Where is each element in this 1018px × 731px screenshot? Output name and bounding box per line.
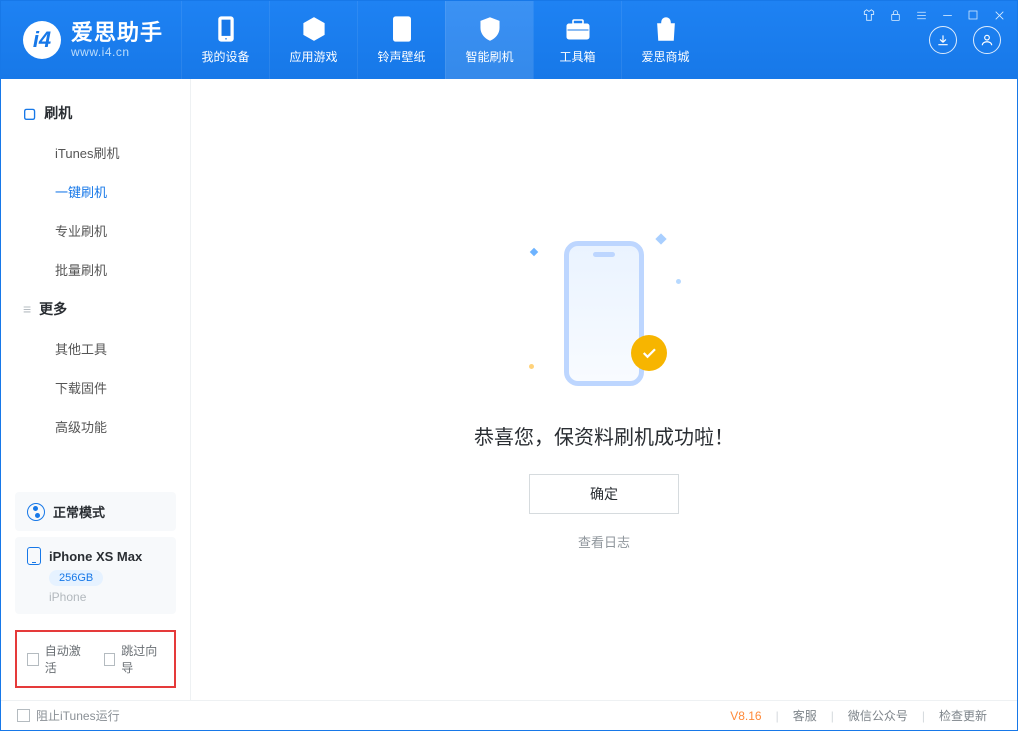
- tab-my-device[interactable]: 我的设备: [181, 1, 269, 79]
- group-title: 刷机: [44, 103, 72, 123]
- body: ▢ 刷机 iTunes刷机 一键刷机 专业刷机 批量刷机 ≡ 更多 其他工具 下…: [1, 79, 1017, 700]
- checkbox-auto-activate[interactable]: 自动激活: [27, 642, 88, 676]
- check-label: 跳过向导: [121, 642, 164, 676]
- app-name: 爱思助手: [71, 21, 163, 45]
- storage-badge: 256GB: [49, 570, 103, 586]
- success-message: 恭喜您，保资料刷机成功啦！: [474, 421, 734, 450]
- success-illustration: [549, 229, 659, 399]
- group-more: ≡ 更多: [1, 289, 190, 329]
- app-window: i4 爱思助手 www.i4.cn 我的设备 应用游戏 铃声壁纸 智能刷机: [0, 0, 1018, 731]
- highlighted-checks: 自动激活 跳过向导: [15, 630, 176, 688]
- ok-button[interactable]: 确定: [529, 474, 679, 514]
- app-url: www.i4.cn: [71, 46, 163, 59]
- footer-link-support[interactable]: 客服: [779, 707, 831, 724]
- checkbox-icon: [27, 653, 39, 666]
- shirt-icon[interactable]: [861, 7, 877, 23]
- footer-link-update[interactable]: 检查更新: [925, 707, 1001, 724]
- footer-link-wechat[interactable]: 微信公众号: [834, 707, 922, 724]
- group-flash: ▢ 刷机: [1, 93, 190, 133]
- phone-icon: [212, 15, 240, 43]
- window-controls: [861, 7, 1007, 23]
- lock-icon[interactable]: [887, 7, 903, 23]
- mode-card[interactable]: 正常模式: [15, 492, 176, 531]
- logo-icon: i4: [23, 21, 61, 59]
- device-brand: iPhone: [49, 590, 164, 604]
- footer: 阻止iTunes运行 V8.16 | 客服 | 微信公众号 | 检查更新: [1, 700, 1017, 730]
- bag-icon: [652, 15, 680, 43]
- menu-icon[interactable]: [913, 7, 929, 23]
- tab-label: 智能刷机: [466, 48, 514, 65]
- music-file-icon: [388, 15, 416, 43]
- header: i4 爱思助手 www.i4.cn 我的设备 应用游戏 铃声壁纸 智能刷机: [1, 1, 1017, 79]
- tab-label: 应用游戏: [290, 48, 338, 65]
- mode-label: 正常模式: [53, 502, 105, 521]
- mode-icon: [27, 503, 45, 521]
- shield-sync-icon: [476, 15, 504, 43]
- sparkle-icon: [655, 233, 666, 244]
- version-label: V8.16: [730, 709, 761, 723]
- tab-label: 铃声壁纸: [378, 48, 426, 65]
- logo-text: 爱思助手 www.i4.cn: [71, 21, 163, 58]
- device-phone-icon: [27, 547, 41, 565]
- sidebar: ▢ 刷机 iTunes刷机 一键刷机 专业刷机 批量刷机 ≡ 更多 其他工具 下…: [1, 79, 191, 700]
- sidebar-item-itunes[interactable]: iTunes刷机: [1, 133, 190, 172]
- tab-ringtone[interactable]: 铃声壁纸: [357, 1, 445, 79]
- maximize-button[interactable]: [965, 7, 981, 23]
- check-label: 阻止iTunes运行: [36, 707, 120, 724]
- checkbox-block-itunes[interactable]: 阻止iTunes运行: [17, 707, 120, 724]
- toolbox-icon: [564, 15, 592, 43]
- user-icon[interactable]: [973, 26, 1001, 54]
- tab-flash[interactable]: 智能刷机: [445, 1, 533, 79]
- check-label: 自动激活: [45, 642, 88, 676]
- device-name: iPhone XS Max: [49, 549, 142, 564]
- phone-outline-icon: ▢: [23, 105, 36, 122]
- check-badge-icon: [631, 335, 667, 371]
- sidebar-item-oneclick[interactable]: 一键刷机: [1, 172, 190, 211]
- list-icon: ≡: [23, 301, 31, 317]
- nav-tabs: 我的设备 应用游戏 铃声壁纸 智能刷机 工具箱 爱思商城: [181, 1, 709, 79]
- group-title: 更多: [39, 299, 67, 319]
- cube-icon: [300, 15, 328, 43]
- tab-toolbox[interactable]: 工具箱: [533, 1, 621, 79]
- checkbox-icon: [104, 653, 116, 666]
- tab-apps[interactable]: 应用游戏: [269, 1, 357, 79]
- sparkle-icon: [530, 247, 538, 255]
- dot-icon: [676, 279, 681, 284]
- phone-illustration: [564, 241, 644, 386]
- view-log-link[interactable]: 查看日志: [578, 532, 630, 551]
- checkbox-skip-guide[interactable]: 跳过向导: [104, 642, 165, 676]
- checkbox-icon: [17, 709, 30, 722]
- dot-icon: [529, 364, 534, 369]
- sidebar-item-advanced[interactable]: 高级功能: [1, 407, 190, 446]
- tab-label: 我的设备: [202, 48, 250, 65]
- close-button[interactable]: [991, 7, 1007, 23]
- device-card[interactable]: iPhone XS Max 256GB iPhone: [15, 537, 176, 614]
- logo: i4 爱思助手 www.i4.cn: [1, 1, 181, 79]
- sidebar-item-pro[interactable]: 专业刷机: [1, 211, 190, 250]
- download-icon[interactable]: [929, 26, 957, 54]
- tab-store[interactable]: 爱思商城: [621, 1, 709, 79]
- minimize-button[interactable]: [939, 7, 955, 23]
- tab-label: 工具箱: [560, 48, 596, 65]
- main-content: 恭喜您，保资料刷机成功啦！ 确定 查看日志: [191, 79, 1017, 700]
- sidebar-item-other[interactable]: 其他工具: [1, 329, 190, 368]
- sidebar-item-batch[interactable]: 批量刷机: [1, 250, 190, 289]
- sidebar-item-download[interactable]: 下载固件: [1, 368, 190, 407]
- tab-label: 爱思商城: [642, 48, 690, 65]
